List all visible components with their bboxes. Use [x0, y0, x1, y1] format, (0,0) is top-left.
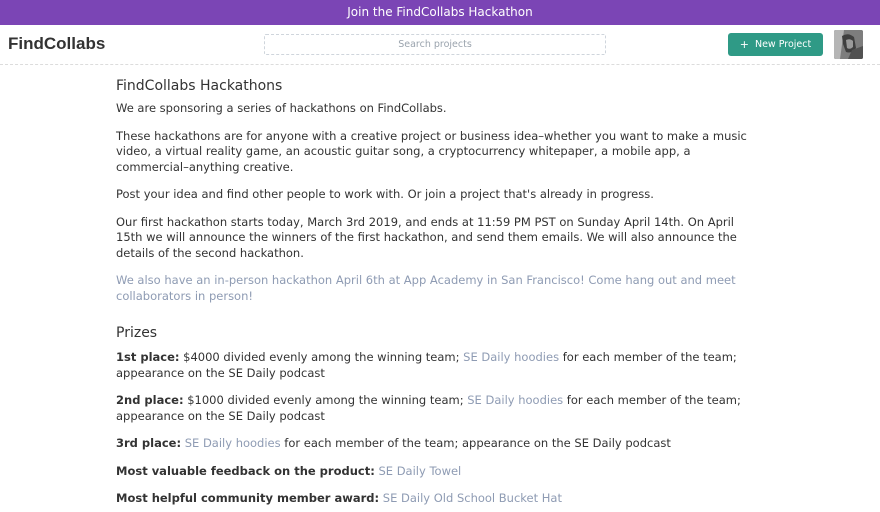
prize-label: Most valuable feedback on the product:: [116, 463, 375, 478]
prize-label: 1st place:: [116, 350, 180, 364]
schedule-paragraph: Our first hackathon starts today, March …: [116, 214, 737, 260]
prize-label: 2nd place:: [116, 393, 184, 407]
prize-label: 3rd place:: [116, 436, 182, 450]
hackathon-banner[interactable]: Join the FindCollabs Hackathon: [0, 0, 880, 25]
site-logo[interactable]: FindCollabs: [8, 34, 105, 54]
intro-text: We are sponsoring a series of hackathons…: [116, 101, 447, 115]
se-daily-hoodies-link[interactable]: SE Daily hoodies: [185, 436, 281, 450]
new-project-button[interactable]: + New Project: [728, 33, 823, 56]
prize-second-place: 2nd place: $1000 divided evenly among th…: [116, 393, 756, 424]
prize-third-place: 3rd place: SE Daily hoodies for each mem…: [116, 436, 756, 452]
avatar-photo: [834, 30, 863, 59]
plus-icon: +: [739, 38, 749, 51]
hackathon-content: FindCollabs Hackathons We are sponsoring…: [116, 77, 756, 512]
description-paragraph: These hackathons are for anyone with a c…: [116, 128, 747, 174]
new-project-label: New Project: [754, 39, 812, 50]
se-daily-hoodies-link[interactable]: SE Daily hoodies: [467, 393, 563, 407]
se-daily-hoodies-link[interactable]: SE Daily hoodies: [463, 350, 559, 364]
se-daily-towel-link[interactable]: SE Daily Towel: [378, 464, 461, 478]
page-title: FindCollabs Hackathons: [116, 78, 283, 94]
prize-community: Most helpful community member award: SE …: [116, 491, 756, 507]
prize-first-place: 1st place: $4000 divided evenly among th…: [116, 350, 756, 381]
in-person-hackathon-link[interactable]: We also have an in-person hackathon Apri…: [116, 273, 756, 304]
prize-feedback: Most valuable feedback on the product: S…: [116, 464, 756, 480]
user-avatar[interactable]: [834, 30, 863, 59]
se-daily-bucket-hat-link[interactable]: SE Daily Old School Bucket Hat: [383, 491, 562, 505]
search-input[interactable]: [264, 34, 606, 55]
prize-text: for each member of the team; appearance …: [280, 436, 671, 450]
post-idea-paragraph: Post your idea and find other people to …: [116, 187, 654, 201]
prize-label: Most helpful community member award:: [116, 491, 380, 505]
top-navbar: FindCollabs + New Project: [0, 25, 880, 65]
prize-text: $4000 divided evenly among the winning t…: [179, 350, 464, 364]
prize-text: $1000 divided evenly among the winning t…: [183, 393, 468, 407]
prizes-heading: Prizes: [116, 325, 158, 341]
